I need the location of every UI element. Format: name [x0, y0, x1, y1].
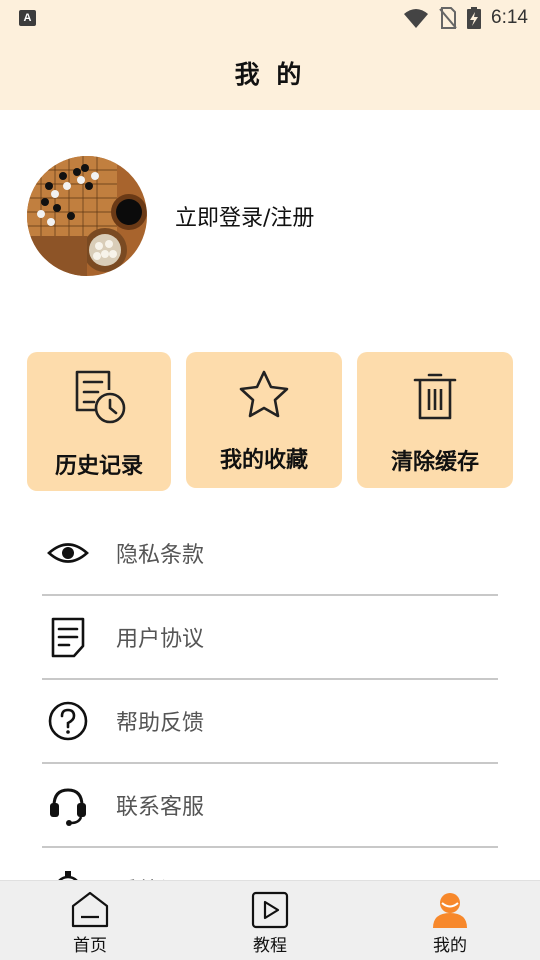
- document-icon: [46, 615, 90, 659]
- eye-icon: [46, 531, 90, 575]
- wifi-icon: [404, 9, 429, 28]
- status-icons: 6:14: [403, 6, 528, 30]
- no-sim-icon: [439, 7, 457, 29]
- tab-mine[interactable]: 我的: [360, 881, 540, 960]
- menu-item-label: 隐私条款: [116, 543, 205, 568]
- battery-charging-icon: [467, 7, 482, 29]
- play-icon: [251, 891, 289, 929]
- clear-cache-card[interactable]: 清除缓存: [357, 352, 513, 488]
- headset-icon: [46, 783, 90, 827]
- avatar-go-board-image: [27, 156, 147, 276]
- settings-menu: 隐私条款 用户协议 帮助反馈 联系客服: [42, 512, 498, 932]
- history-card[interactable]: 历史记录: [27, 352, 171, 491]
- clear-cache-label: 清除缓存: [390, 450, 479, 475]
- menu-item-customer-service[interactable]: 联系客服: [42, 764, 498, 848]
- menu-item-label: 用户协议: [116, 627, 205, 652]
- trash-icon: [413, 373, 457, 420]
- status-bar: A 6:14: [0, 0, 540, 36]
- avatar[interactable]: [27, 156, 147, 276]
- notification-icon: A: [19, 10, 36, 26]
- history-label: 历史记录: [54, 454, 143, 479]
- menu-item-label: 帮助反馈: [116, 711, 205, 736]
- status-time: 6:14: [491, 7, 528, 28]
- history-icon: [75, 370, 126, 424]
- profile-section[interactable]: 立即登录/注册: [27, 156, 314, 276]
- menu-item-help-feedback[interactable]: 帮助反馈: [42, 680, 498, 764]
- page-title: 我 的: [234, 60, 306, 89]
- home-icon: [71, 891, 109, 928]
- bottom-tab-bar: 首页 教程 我的: [0, 880, 540, 960]
- user-icon: [433, 893, 467, 928]
- menu-item-user-agreement[interactable]: 用户协议: [42, 596, 498, 680]
- tab-label: 首页: [73, 936, 107, 956]
- login-register-link[interactable]: 立即登录/注册: [175, 200, 314, 232]
- tab-tutorial[interactable]: 教程: [180, 881, 360, 960]
- star-icon: [239, 370, 289, 418]
- tab-label: 教程: [253, 936, 287, 956]
- title-bar: 我 的: [0, 36, 540, 110]
- favorites-card[interactable]: 我的收藏: [186, 352, 342, 488]
- tab-home[interactable]: 首页: [0, 881, 180, 960]
- question-icon: [46, 699, 90, 743]
- tab-label: 我的: [433, 936, 467, 956]
- favorites-label: 我的收藏: [219, 448, 308, 473]
- menu-item-privacy[interactable]: 隐私条款: [42, 512, 498, 596]
- menu-item-label: 联系客服: [116, 795, 205, 820]
